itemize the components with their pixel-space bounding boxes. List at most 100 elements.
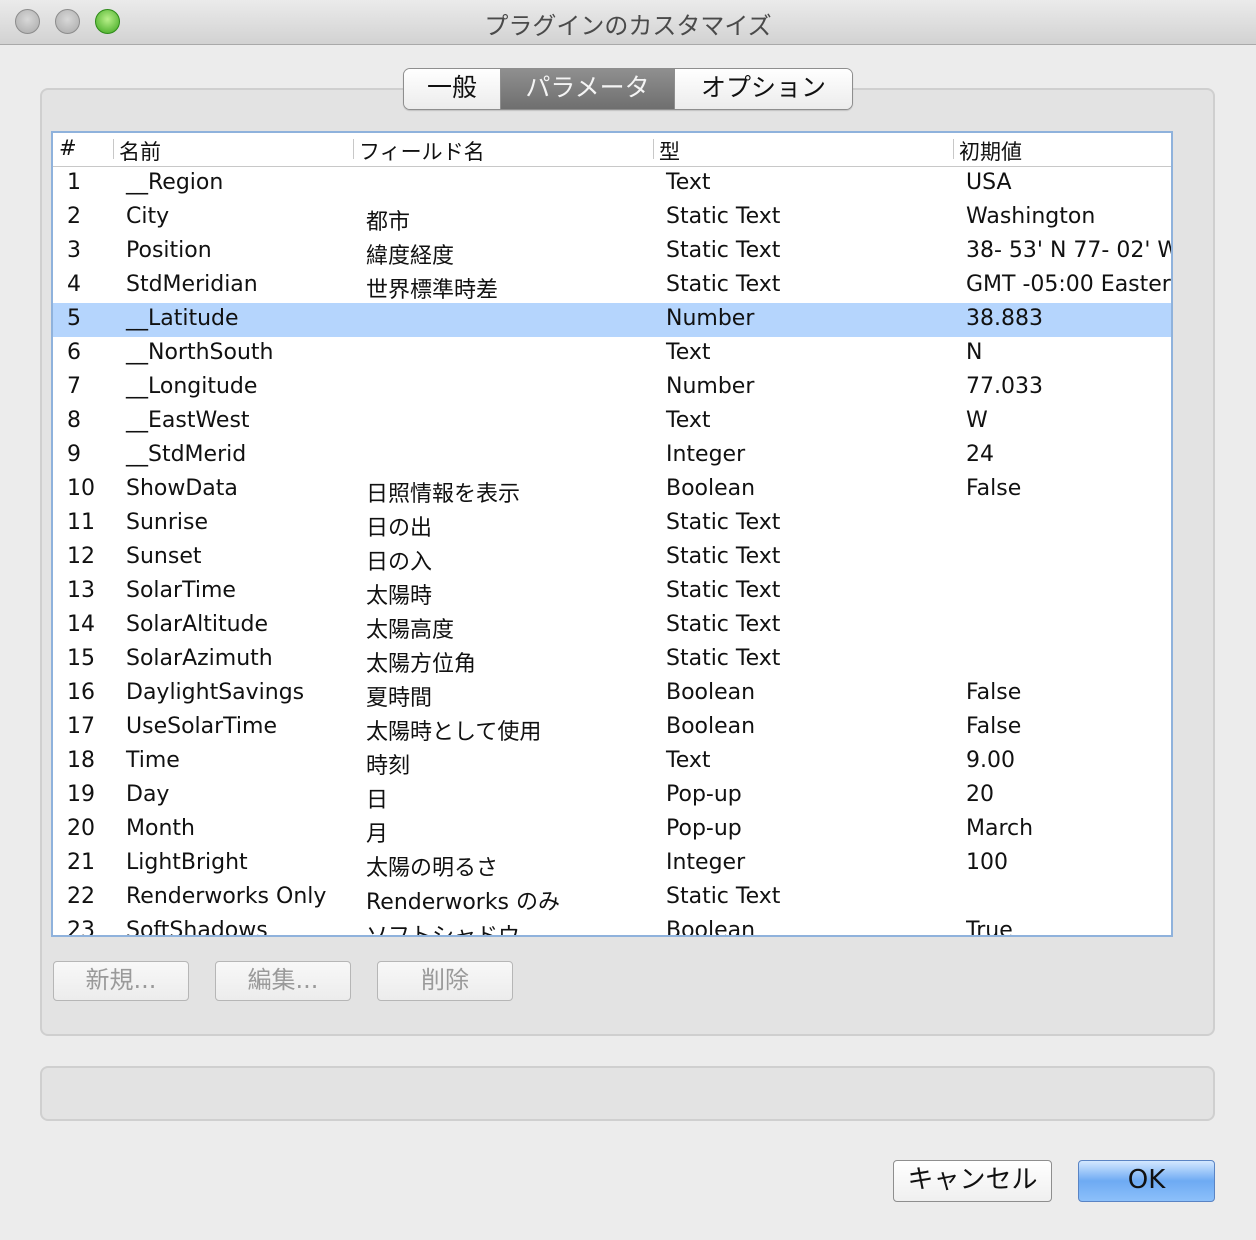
window-title: プラグインのカスタマイズ [484, 12, 772, 40]
row-name: LightBright [126, 850, 248, 875]
table-row[interactable]: 20 Month 月 Pop-up March [53, 813, 1171, 847]
row-number: 18 [67, 748, 95, 773]
tab-parameters[interactable]: パラメータ [501, 69, 675, 109]
row-name: SolarAzimuth [126, 646, 273, 671]
row-name: DaylightSavings [126, 680, 305, 705]
row-type: Number [666, 306, 755, 331]
row-default-value: False [966, 476, 1022, 501]
row-name: Month [126, 816, 195, 841]
table-row[interactable]: 15 SolarAzimuth 太陽方位角 Static Text [53, 643, 1171, 677]
row-default-value: 100 [966, 850, 1008, 875]
parameter-table[interactable]: # 名前 フィールド名 型 初期値 1 __Region Text USA 2 City 都… [51, 131, 1173, 937]
row-type: Integer [666, 850, 746, 875]
row-type: Pop-up [666, 782, 742, 807]
column-header-type[interactable]: 型 [659, 136, 680, 166]
row-number: 3 [67, 238, 81, 263]
new-button[interactable]: 新規... [53, 961, 189, 1001]
table-row[interactable]: 14 SolarAltitude 太陽高度 Static Text [53, 609, 1171, 643]
row-default-value: False [966, 680, 1022, 705]
row-field-name: 世界標準時差 [366, 278, 499, 303]
column-divider [953, 139, 954, 159]
row-default-value: 38- 53' N 77- 02' W [966, 238, 1171, 263]
row-default-value: GMT -05:00 Eastern [966, 272, 1171, 297]
row-number: 22 [67, 884, 95, 909]
table-row[interactable]: 6 __NorthSouth Text N [53, 337, 1171, 371]
table-row[interactable]: 17 UseSolarTime 太陽時として使用 Boolean False [53, 711, 1171, 745]
row-default-value: 24 [966, 442, 994, 467]
row-name: Day [126, 782, 170, 807]
row-type: Static Text [666, 646, 781, 671]
column-header-number[interactable]: # [59, 136, 77, 160]
row-default-value: True [966, 918, 1013, 937]
row-type: Pop-up [666, 816, 742, 841]
row-type: Static Text [666, 238, 781, 263]
table-row[interactable]: 18 Time 時刻 Text 9.00 [53, 745, 1171, 779]
row-type: Static Text [666, 544, 781, 569]
row-number: 8 [67, 408, 81, 433]
table-row[interactable]: 11 Sunrise 日の出 Static Text [53, 507, 1171, 541]
column-header-default-value[interactable]: 初期値 [959, 136, 1022, 166]
table-row[interactable]: 22 Renderworks Only Renderworks のみ Static T… [53, 881, 1171, 915]
row-field-name: 時刻 [366, 754, 411, 779]
table-row[interactable]: 8 __EastWest Text W [53, 405, 1171, 439]
row-field-name: Renderworks のみ [366, 890, 561, 915]
row-type: Number [666, 374, 755, 399]
column-header-field-name[interactable]: フィールド名 [359, 136, 485, 166]
row-number: 9 [67, 442, 81, 467]
table-row[interactable]: 9 __StdMerid Integer 24 [53, 439, 1171, 473]
edit-button[interactable]: 編集... [215, 961, 351, 1001]
column-divider [113, 139, 114, 159]
row-number: 23 [67, 918, 95, 937]
tab-general[interactable]: 一般 [404, 69, 501, 109]
delete-button[interactable]: 削除 [377, 961, 513, 1001]
row-default-value: March [966, 816, 1034, 841]
row-default-value: N [966, 340, 983, 365]
table-row[interactable]: 12 Sunset 日の入 Static Text [53, 541, 1171, 575]
row-name: __NorthSouth [126, 340, 274, 365]
row-name: SoftShadows [126, 918, 268, 937]
row-name: Sunrise [126, 510, 209, 535]
row-number: 20 [67, 816, 95, 841]
row-name: Renderworks Only [126, 884, 327, 909]
row-number: 14 [67, 612, 95, 637]
table-row[interactable]: 5 __Latitude Number 38.883 [53, 303, 1171, 337]
row-type: Text [666, 748, 711, 773]
row-number: 19 [67, 782, 95, 807]
table-row[interactable]: 3 Position 緯度経度 Static Text 38- 53' N 77- 02… [53, 235, 1171, 269]
row-field-name: 太陽方位角 [366, 652, 477, 677]
row-field-name: 緯度経度 [366, 244, 455, 269]
row-field-name: 日照情報を表示 [366, 482, 521, 507]
row-number: 15 [67, 646, 95, 671]
table-row[interactable]: 10 ShowData 日照情報を表示 Boolean False [53, 473, 1171, 507]
table-row[interactable]: 2 City 都市 Static Text Washington [53, 201, 1171, 235]
row-field-name: 都市 [366, 210, 411, 235]
row-default-value: 77.033 [966, 374, 1043, 399]
ok-button[interactable]: OK [1078, 1160, 1215, 1202]
table-row[interactable]: 19 Day 日 Pop-up 20 [53, 779, 1171, 813]
row-type: Static Text [666, 272, 781, 297]
row-default-value: USA [966, 170, 1012, 195]
row-type: Boolean [666, 714, 756, 739]
tab-options[interactable]: オプション [675, 69, 852, 109]
table-row[interactable]: 23 SoftShadows ソフトシャドウ Boolean True [53, 915, 1171, 937]
table-row[interactable]: 7 __Longitude Number 77.033 [53, 371, 1171, 405]
table-row[interactable]: 4 StdMeridian 世界標準時差 Static Text GMT -05:00 … [53, 269, 1171, 303]
row-type: Text [666, 408, 711, 433]
row-type: Static Text [666, 578, 781, 603]
row-field-name: 月 [366, 822, 389, 847]
column-header-name[interactable]: 名前 [119, 136, 161, 166]
row-number: 10 [67, 476, 95, 501]
row-number: 6 [67, 340, 81, 365]
row-number: 2 [67, 204, 81, 229]
table-row[interactable]: 1 __Region Text USA [53, 167, 1171, 201]
row-name: __StdMerid [126, 442, 247, 467]
table-row[interactable]: 13 SolarTime 太陽時 Static Text [53, 575, 1171, 609]
column-divider [353, 139, 354, 159]
row-default-value: W [966, 408, 988, 433]
row-name: __Longitude [126, 374, 258, 399]
table-row[interactable]: 16 DaylightSavings 夏時間 Boolean False [53, 677, 1171, 711]
table-row[interactable]: 21 LightBright 太陽の明るさ Integer 100 [53, 847, 1171, 881]
cancel-button[interactable]: キャンセル [893, 1160, 1052, 1202]
row-name: __Region [126, 170, 224, 195]
row-field-name: 夏時間 [366, 686, 433, 711]
